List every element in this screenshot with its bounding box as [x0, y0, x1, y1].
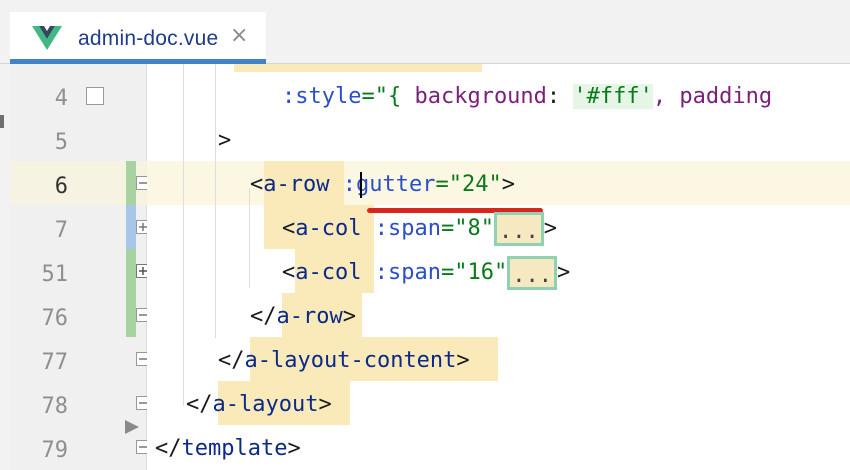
code-punct: > — [287, 436, 301, 461]
code-punct: > — [543, 216, 557, 241]
folded-region[interactable]: ... — [507, 256, 557, 290]
tag-highlight — [234, 64, 482, 72]
attr-name: :style — [282, 84, 362, 109]
code-punct: > — [342, 304, 356, 329]
code-punct: </ — [250, 304, 277, 329]
indent-guide — [183, 64, 184, 406]
code-punct: > — [318, 392, 332, 417]
code-punct: ="{ — [361, 84, 415, 109]
code-punct: </ — [155, 436, 182, 461]
code-editor[interactable]: :style="{ background: '#fff', padding > … — [147, 64, 850, 470]
tool-window-strip — [0, 64, 10, 470]
line-number-gutter: 4 5 6 7 51 76 77 78 79 — [10, 64, 150, 470]
code-line-78: </a-layout> — [186, 383, 332, 427]
code-punct: < — [250, 172, 264, 197]
line-number: 5 — [54, 130, 68, 155]
tag-name: a-col — [295, 260, 362, 285]
line-number: 7 — [54, 218, 68, 243]
code-line-6: <a-row :gutter="24"> — [250, 163, 515, 207]
tab-admin-doc-vue[interactable]: admin-doc.vue × — [10, 12, 266, 64]
vcs-change-marker[interactable] — [126, 161, 136, 205]
code-punct: > — [556, 260, 571, 285]
code-punct: = — [440, 260, 455, 285]
vcs-change-marker[interactable] — [126, 205, 136, 249]
text-caret — [360, 172, 362, 198]
vue-file-icon — [32, 26, 62, 50]
tag-name: template — [181, 436, 288, 461]
css-property: background — [414, 84, 547, 109]
vcs-change-marker[interactable] — [126, 249, 136, 337]
tab-title: admin-doc.vue — [78, 27, 219, 50]
line-number: 79 — [41, 438, 69, 463]
tag-name: a-row — [263, 172, 330, 197]
tag-name: a-layout — [212, 392, 319, 417]
code-punct: : — [546, 84, 574, 109]
line-number: 51 — [41, 262, 69, 287]
line-number: 78 — [41, 394, 69, 419]
css-value: '#fff' — [573, 84, 653, 109]
line-number-current: 6 — [54, 174, 68, 199]
tag-name: a-layout-content — [244, 348, 457, 373]
code-punct: > — [456, 348, 470, 373]
code-text: , padding — [652, 84, 773, 109]
folded-region[interactable]: ... — [493, 212, 544, 246]
code-line-51: <a-col :span="16"... > — [282, 251, 570, 295]
attr-name: :gutter — [342, 172, 436, 197]
code-punct: < — [282, 260, 296, 285]
code-line-79: </template> — [155, 427, 301, 470]
editor-tab-bar: admin-doc.vue × — [0, 0, 850, 64]
indent-guide — [215, 64, 216, 338]
code-punct: </ — [186, 392, 213, 417]
breakpoint-arrow-icon — [125, 420, 139, 434]
attr-value: "16" — [454, 260, 508, 285]
code-line-5: > — [218, 128, 232, 153]
close-icon[interactable]: × — [230, 23, 248, 48]
strip-marker — [0, 115, 4, 128]
code-line-76: </a-row> — [250, 295, 356, 339]
line-number: 76 — [41, 306, 69, 331]
code-punct: = — [440, 216, 455, 241]
line-number: 4 — [54, 86, 68, 111]
code-line-7: <a-col :span="8"... > — [282, 207, 557, 251]
code-punct: < — [282, 216, 296, 241]
attr-name: :span — [374, 216, 441, 241]
breakpoint-checkbox[interactable] — [86, 87, 104, 105]
tag-name: a-col — [295, 216, 362, 241]
code-punct: > — [501, 172, 515, 197]
line-number: 77 — [41, 350, 69, 375]
code-line-4: :style="{ background: '#fff', padding — [282, 75, 772, 119]
code-punct: = — [435, 172, 449, 197]
code-line-77: </a-layout-content> — [218, 339, 470, 383]
tag-name: a-row — [276, 304, 343, 329]
attr-name: :span — [374, 260, 441, 285]
attr-value: "8" — [454, 216, 494, 241]
attr-value: "24" — [448, 172, 502, 197]
code-punct: </ — [218, 348, 245, 373]
